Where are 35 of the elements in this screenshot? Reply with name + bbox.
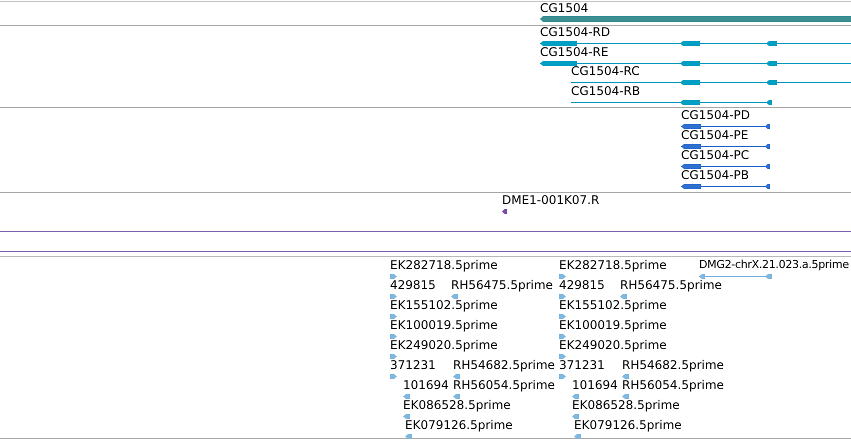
protein-label: CG1504-PE <box>681 128 748 142</box>
transcript-label: CG1504-RD <box>540 25 610 39</box>
protein-label: CG1504-PD <box>681 108 750 122</box>
est-label: EK086528.5prime <box>403 398 511 412</box>
est-label: RH56475.5prime <box>620 278 722 292</box>
transcript-label: CG1504-RB <box>571 84 640 98</box>
est-label: 429815 <box>559 278 605 292</box>
est-label: RH56054.5prime <box>622 378 724 392</box>
est-label: 371231 <box>390 358 436 372</box>
est-label: EK249020.5prime <box>390 338 498 352</box>
est-label: EK249020.5prime <box>559 338 667 352</box>
est-label: EK100019.5prime <box>390 318 498 332</box>
protein-label: CG1504-PC <box>681 148 750 162</box>
gene-label: CG1504 <box>540 1 588 15</box>
est-label: RH54682.5prime <box>453 358 555 372</box>
est-label: EK079126.5prime <box>574 418 682 432</box>
est-label: RH54682.5prime <box>622 358 724 372</box>
est-label: EK155102.5prime <box>559 298 667 312</box>
est-label: EK282718.5prime <box>559 258 667 272</box>
est-label: EK086528.5prime <box>572 398 680 412</box>
est-label: EK155102.5prime <box>390 298 498 312</box>
est-label: RH56475.5prime <box>451 278 553 292</box>
est-label: 429815 <box>390 278 436 292</box>
transcript-label: CG1504-RC <box>571 64 640 78</box>
protein-label: CG1504-PB <box>681 168 750 182</box>
transcript-label: CG1504-RE <box>540 45 608 59</box>
est-label: 101694 <box>572 378 618 392</box>
est-label: DMG2-chrX.21.023.a.5prime <box>699 258 849 272</box>
est-label: EK282718.5prime <box>390 258 498 272</box>
est-label: 371231 <box>559 358 605 372</box>
est-label: 101694 <box>403 378 449 392</box>
est-label: RH56054.5prime <box>453 378 555 392</box>
clone-label: DME1-001K07.R <box>502 193 600 207</box>
est-label: EK079126.5prime <box>405 418 513 432</box>
est-label: EK100019.5prime <box>559 318 667 332</box>
